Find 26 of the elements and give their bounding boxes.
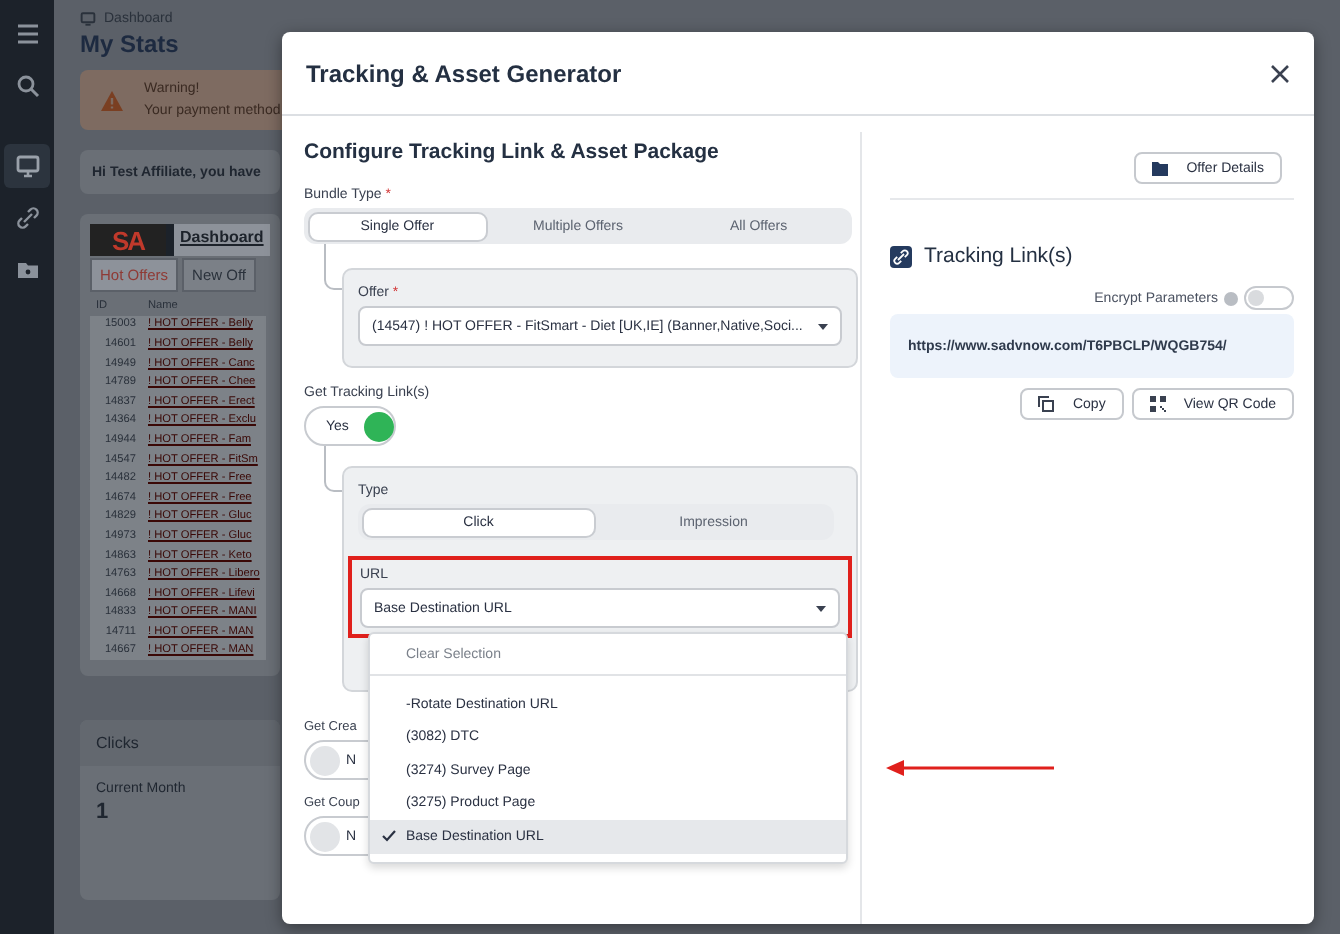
click-count: 1 <box>94 800 111 825</box>
link-icon <box>890 245 912 267</box>
warning-icon <box>100 89 124 111</box>
info-icon <box>1224 291 1238 305</box>
qr-code-icon <box>1149 396 1166 412</box>
caret-icon <box>818 323 828 329</box>
sidebar-item[interactable] <box>4 144 50 188</box>
section-title: Tracking Link(s) <box>924 244 1073 268</box>
link-icon <box>15 206 39 230</box>
card-title: Clicks <box>80 720 280 767</box>
section-heading: Configure Tracking Link & Asset Package <box>304 140 721 164</box>
search-icon <box>15 74 39 98</box>
dashboard-tab[interactable]: Dashboard <box>174 224 270 256</box>
folder-icon <box>1152 161 1169 175</box>
caret-icon <box>816 605 826 611</box>
toggle-switch[interactable] <box>1244 286 1294 310</box>
check-icon <box>382 830 396 842</box>
folder-icon <box>15 258 39 282</box>
page-title: My Stats <box>80 30 181 58</box>
logo: SA <box>90 224 166 256</box>
copy-icon <box>1038 396 1055 412</box>
menu-icon <box>15 22 39 46</box>
dialog-title: Tracking & Asset Generator <box>306 59 622 87</box>
monitor-icon <box>15 154 39 178</box>
close-icon[interactable] <box>1270 63 1290 83</box>
monitor-icon <box>80 12 96 26</box>
